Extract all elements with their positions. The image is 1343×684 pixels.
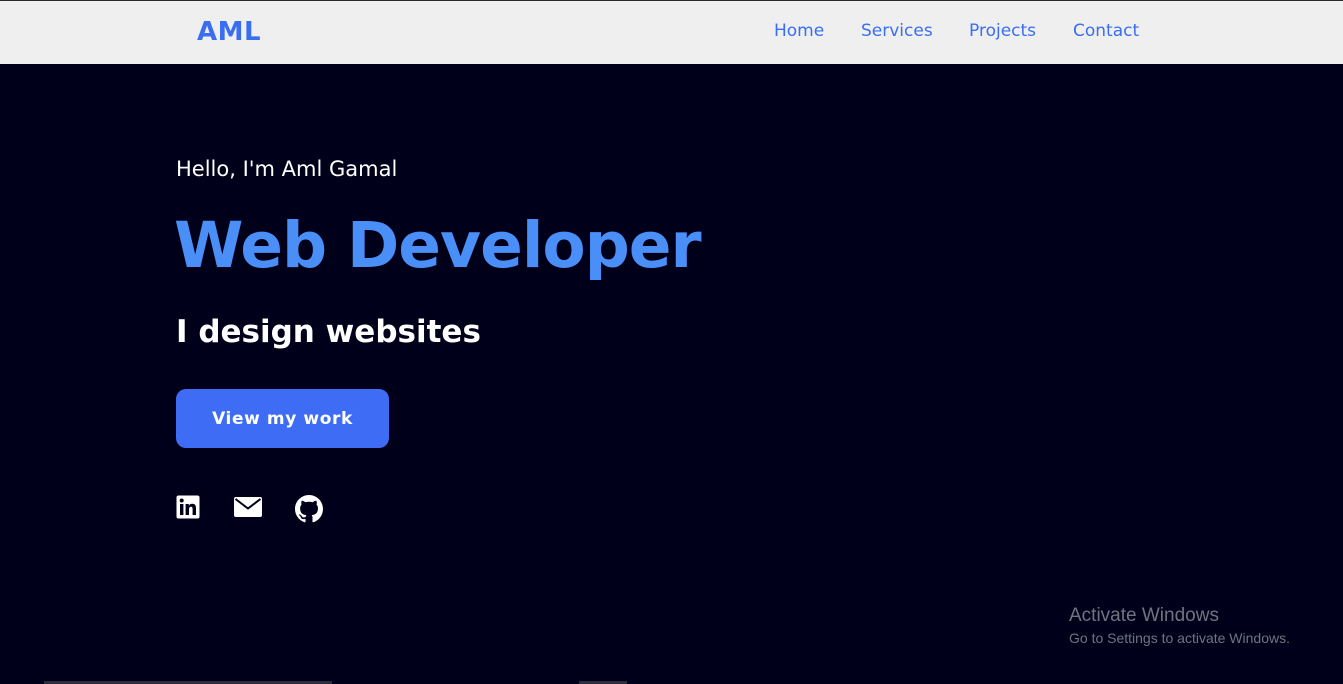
hero-tagline: I design websites	[176, 314, 481, 350]
envelope-icon	[234, 497, 262, 517]
nav-link-home[interactable]: Home	[774, 21, 824, 41]
hero-greeting: Hello, I'm Aml Gamal	[176, 157, 398, 181]
nav-link-contact[interactable]: Contact	[1073, 21, 1139, 41]
view-work-button[interactable]: View my work	[176, 389, 389, 448]
hero-role-title: Web Developer	[174, 209, 702, 282]
linkedin-icon	[176, 495, 200, 519]
nav-link-services[interactable]: Services	[861, 21, 933, 41]
nav-link-projects[interactable]: Projects	[969, 21, 1036, 41]
email-link[interactable]	[234, 495, 262, 523]
activate-windows-subtitle: Go to Settings to activate Windows.	[1069, 630, 1290, 646]
activate-windows-title: Activate Windows	[1069, 605, 1219, 626]
github-link[interactable]	[295, 495, 323, 523]
github-icon	[295, 495, 323, 523]
navbar: AML Home Services Projects Contact	[0, 1, 1343, 64]
hero-section: Hello, I'm Aml Gamal Web Developer I des…	[0, 64, 1343, 684]
linkedin-link[interactable]	[176, 495, 200, 523]
nav-menu: Home Services Projects Contact	[0, 21, 1343, 45]
